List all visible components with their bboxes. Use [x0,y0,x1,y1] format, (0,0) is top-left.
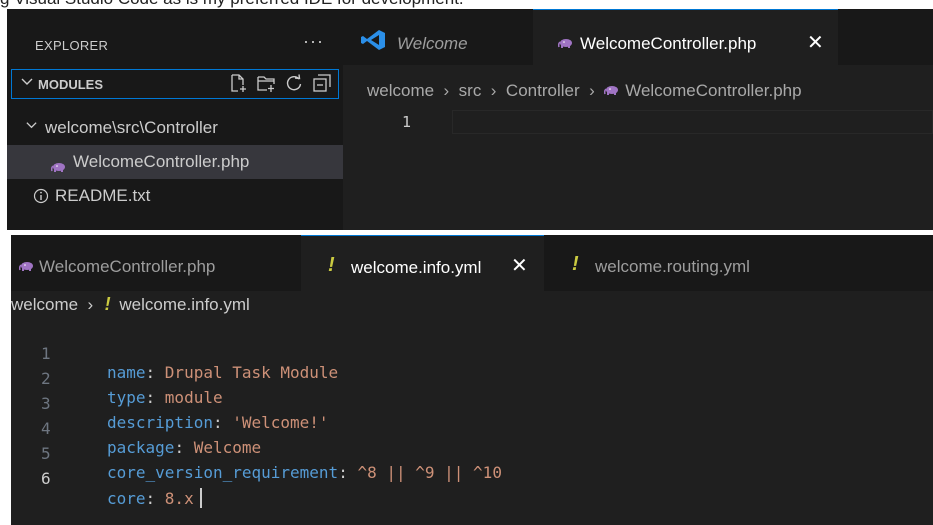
tab-welcome[interactable]: Welcome [343,9,533,65]
top-caption: g Visual Studio Code as is my preferred … [0,0,933,9]
info-icon [33,188,49,209]
breadcrumb-item[interactable]: src [459,81,482,100]
breadcrumb: welcome › ! welcome.info.yml [11,294,250,315]
explorer-toolbar [228,73,332,93]
tree-file-welcomecontroller[interactable]: WelcomeController.php [7,145,343,179]
current-line-highlight[interactable] [452,110,933,134]
refresh-icon[interactable] [284,73,304,93]
yaml-exclamation-icon: ! [572,253,579,275]
chevron-down-icon [25,119,38,135]
editor-tab-bar: Welcome WelcomeController.php ✕ [343,9,933,65]
breadcrumb-item[interactable]: welcome [11,295,78,314]
chevron-right-icon: › [584,81,600,100]
vscode-logo-icon [360,29,386,56]
tree-file-label: README.txt [55,186,151,205]
php-elephant-icon [604,86,619,95]
breadcrumb-item[interactable]: Controller [506,81,580,100]
explorer-sidebar: EXPLORER ··· MODULES welcome\src\Control… [7,9,343,230]
chevron-right-icon: › [486,81,502,100]
tab-welcome-info-yml[interactable]: ! welcome.info.yml ✕ [301,235,544,291]
editor-tab-bar: WelcomeController.php ! welcome.info.yml… [11,235,933,291]
breadcrumb-item[interactable]: welcome.info.yml [119,295,249,314]
vscode-window-bottom: WelcomeController.php ! welcome.info.yml… [11,235,933,525]
tab-label: welcome.routing.yml [595,257,750,276]
new-file-icon[interactable] [228,73,248,93]
text-cursor [199,488,202,508]
modules-section-label: MODULES [38,77,103,92]
close-icon[interactable]: ✕ [807,30,824,55]
tab-label: WelcomeController.php [39,257,216,276]
tab-label: WelcomeController.php [580,34,757,53]
chevron-right-icon: › [82,295,98,314]
chevron-down-icon [20,75,34,92]
code-line[interactable]: 4 package: Welcome [11,400,933,457]
line-number: 6 [41,469,51,488]
line-number: 1 [402,113,412,131]
tree-folder-label: welcome\src\Controller [45,118,218,137]
breadcrumb: welcome › src › Controller › WelcomeCont… [367,81,802,101]
new-folder-icon[interactable] [256,73,276,93]
collapse-all-icon[interactable] [312,73,332,93]
code-line[interactable]: 1 name: Drupal Task Module [11,325,933,382]
explorer-header: EXPLORER ··· [7,9,343,65]
vscode-window-top: EXPLORER ··· MODULES welcome\src\Control… [7,9,933,230]
code-line[interactable]: 2 type: module [11,350,933,407]
tab-welcomecontroller[interactable]: WelcomeController.php [11,235,301,291]
tab-welcome-routing-yml[interactable]: ! welcome.routing.yml [544,235,819,291]
close-icon[interactable]: ✕ [511,253,528,278]
yaml-exclamation-icon: ! [104,294,111,314]
tab-welcomecontroller[interactable]: WelcomeController.php ✕ [533,9,838,65]
code-line[interactable]: 3 description: 'Welcome!' [11,375,933,432]
breadcrumb-item[interactable]: welcome [367,81,434,100]
yaml-exclamation-icon: ! [328,254,335,276]
tab-label: Welcome [397,34,468,53]
tree-folder-controller[interactable]: welcome\src\Controller [7,111,343,145]
php-elephant-icon [51,157,66,177]
more-actions-icon[interactable]: ··· [303,31,324,52]
code-line[interactable]: 6 core: 8.x [11,450,933,508]
tab-label: welcome.info.yml [351,258,482,277]
breadcrumb-item[interactable]: WelcomeController.php [625,81,801,100]
chevron-right-icon: › [438,81,454,100]
code-line[interactable]: 5 core_version_requirement: ^8 || ^9 || … [11,425,933,482]
tree-file-label: WelcomeController.php [73,152,250,171]
modules-section-header[interactable]: MODULES [11,69,339,99]
tree-file-readme[interactable]: README.txt [7,179,343,213]
yaml-key: core [107,489,146,508]
explorer-title: EXPLORER [35,38,109,53]
yaml-value: 8.x [164,489,194,508]
